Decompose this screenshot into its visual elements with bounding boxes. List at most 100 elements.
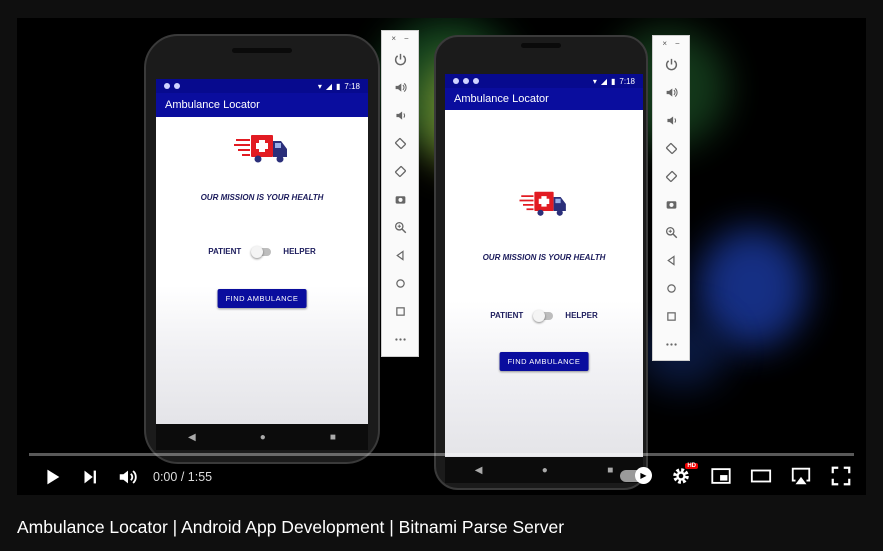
theater-icon (750, 469, 772, 483)
app-content: OUR MISSION IS YOUR HEALTH PATIENT HELPE… (156, 117, 368, 424)
fullscreen-button[interactable] (822, 460, 860, 492)
status-time: 7:18 (619, 76, 635, 86)
notification-icon (164, 83, 170, 89)
minimize-icon[interactable]: − (675, 39, 680, 48)
signal-icon: ◢ (600, 76, 608, 86)
rotate-right-icon[interactable] (381, 157, 419, 185)
mission-text: OUR MISSION IS YOUR HEALTH (200, 193, 324, 202)
volume-up-icon[interactable] (652, 78, 690, 106)
role-toggle-row: PATIENT HELPER (445, 309, 643, 322)
overview-icon[interactable] (381, 297, 419, 325)
helper-label: HELPER (283, 247, 316, 256)
signal-icon: ◢ (325, 81, 333, 91)
app-bar: Ambulance Locator (156, 93, 368, 117)
youtube-page: ▾ ◢ ▮ 7:18 Ambulance Locator OUR MISSION… (0, 0, 883, 551)
rotate-right-icon[interactable] (652, 162, 690, 190)
volume-icon (119, 469, 137, 484)
find-ambulance-button[interactable]: FIND AMBULANCE (217, 289, 307, 308)
helper-label: HELPER (565, 311, 598, 320)
role-switch[interactable] (533, 309, 554, 322)
app-content: OUR MISSION IS YOUR HEALTH PATIENT HELPE… (445, 110, 643, 457)
notification-icon (473, 78, 479, 84)
miniplayer-button[interactable] (702, 460, 740, 492)
patient-label: PATIENT (208, 247, 242, 256)
app-title: Ambulance Locator (165, 99, 260, 111)
controls-right: HD (620, 460, 860, 492)
time-display: 0:00 / 1:55 (153, 470, 212, 484)
rotate-left-icon[interactable] (652, 134, 690, 162)
home-icon[interactable] (652, 274, 690, 302)
time-separator: / (177, 469, 188, 484)
role-switch[interactable] (251, 245, 272, 258)
overview-icon[interactable] (652, 302, 690, 330)
mission-text: OUR MISSION IS YOUR HEALTH (482, 253, 606, 262)
status-bar: ▾ ◢ ▮ 7:18 (445, 74, 643, 88)
play-icon (47, 469, 60, 484)
phone-screen: ▾ ◢ ▮ 7:18 Ambulance Locator OUR MISSION… (445, 74, 643, 457)
miniplayer-icon (711, 468, 731, 484)
volume-down-icon[interactable] (652, 106, 690, 134)
ambulance-logo-icon (234, 135, 287, 163)
theater-mode-button[interactable] (742, 460, 780, 492)
overview-icon[interactable]: ■ (330, 432, 336, 443)
video-progress-bar[interactable] (29, 453, 854, 456)
find-ambulance-button[interactable]: FIND AMBULANCE (499, 352, 589, 371)
notification-icon (463, 78, 469, 84)
notification-icon (453, 78, 459, 84)
phone-emulator-1: ▾ ◢ ▮ 7:18 Ambulance Locator OUR MISSION… (144, 34, 380, 464)
home-icon[interactable]: ● (260, 432, 266, 443)
emulator-control-panel-2: × − (652, 35, 690, 361)
hd-badge: HD (685, 463, 698, 469)
power-icon[interactable] (381, 45, 419, 73)
wifi-icon: ▾ (592, 76, 597, 86)
airplay-button[interactable] (782, 460, 820, 492)
status-time: 7:18 (344, 81, 360, 91)
back-icon[interactable]: ◀ (188, 432, 196, 443)
close-icon[interactable]: × (391, 34, 396, 43)
power-icon[interactable] (652, 50, 690, 78)
zoom-icon[interactable] (652, 218, 690, 246)
notification-icon (174, 83, 180, 89)
camera-icon[interactable] (652, 190, 690, 218)
phone-screen: ▾ ◢ ▮ 7:18 Ambulance Locator OUR MISSION… (156, 79, 368, 424)
next-icon (84, 470, 96, 483)
camera-icon[interactable] (381, 185, 419, 213)
fullscreen-icon (831, 466, 851, 486)
back-icon[interactable] (652, 246, 690, 274)
wifi-icon: ▾ (317, 81, 322, 91)
airplay-icon (791, 467, 811, 485)
back-icon[interactable] (381, 241, 419, 269)
video-controls: 0:00 / 1:55 HD (17, 458, 866, 495)
patient-label: PATIENT (490, 311, 524, 320)
mute-button[interactable] (109, 461, 147, 493)
app-bar: Ambulance Locator (445, 88, 643, 110)
video-title: Ambulance Locator | Android App Developm… (17, 517, 565, 537)
play-button[interactable] (33, 461, 71, 493)
video-player[interactable]: ▾ ◢ ▮ 7:18 Ambulance Locator OUR MISSION… (17, 18, 866, 495)
phone-emulator-2: ▾ ◢ ▮ 7:18 Ambulance Locator OUR MISSION… (434, 35, 648, 490)
volume-down-icon[interactable] (381, 101, 419, 129)
ambulance-logo-icon (519, 191, 566, 216)
autoplay-toggle[interactable] (620, 467, 652, 484)
home-icon[interactable] (381, 269, 419, 297)
time-total: 1:55 (187, 469, 213, 484)
volume-up-icon[interactable] (381, 73, 419, 101)
rotate-left-icon[interactable] (381, 129, 419, 157)
phone-speaker (232, 48, 292, 53)
android-nav-bar: ◀ ● ■ (156, 424, 368, 450)
app-title: Ambulance Locator (454, 93, 549, 105)
next-button[interactable] (71, 461, 109, 493)
emulator-control-panel-1: × − (381, 30, 419, 357)
phone-speaker (521, 43, 561, 48)
settings-button[interactable]: HD (662, 460, 700, 492)
more-icon[interactable] (381, 325, 419, 353)
zoom-icon[interactable] (381, 213, 419, 241)
close-icon[interactable]: × (662, 39, 667, 48)
time-current: 0:00 (153, 469, 178, 484)
minimize-icon[interactable]: − (404, 34, 409, 43)
more-icon[interactable] (652, 330, 690, 358)
role-toggle-row: PATIENT HELPER (156, 245, 368, 258)
status-bar: ▾ ◢ ▮ 7:18 (156, 79, 368, 93)
battery-icon: ▮ (336, 81, 341, 91)
battery-icon: ▮ (611, 76, 616, 86)
